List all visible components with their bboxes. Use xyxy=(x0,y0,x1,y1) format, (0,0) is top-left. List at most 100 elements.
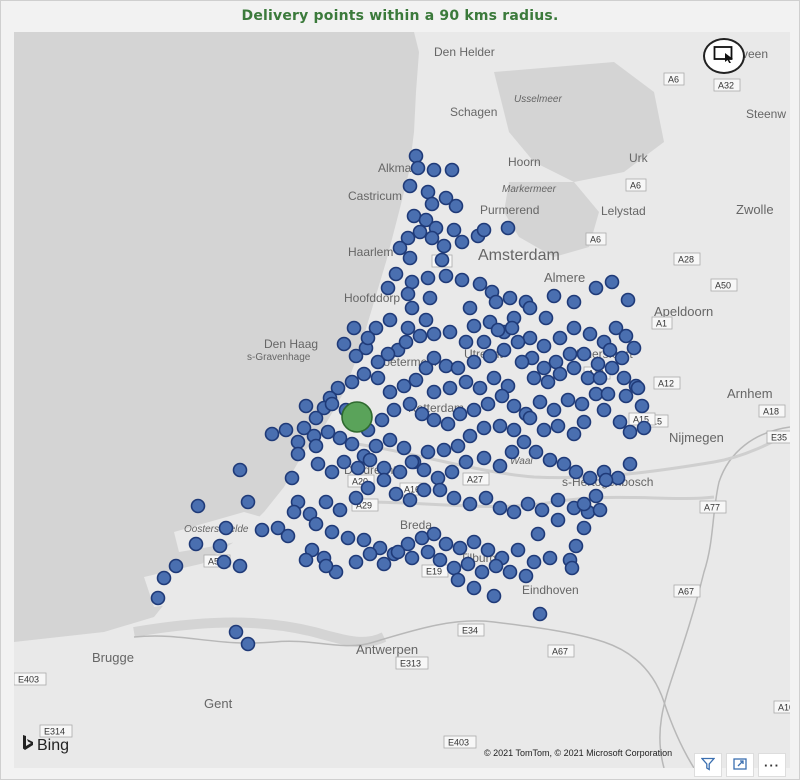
delivery-point[interactable] xyxy=(522,300,538,316)
map-canvas[interactable]: Den Helder Usselmeer Schagen Alkmaar Hoorn Ma… xyxy=(14,32,790,768)
delivery-point[interactable] xyxy=(438,536,454,552)
delivery-point[interactable] xyxy=(612,414,628,430)
delivery-point[interactable] xyxy=(376,460,392,476)
delivery-point[interactable] xyxy=(370,370,386,386)
delivery-point[interactable] xyxy=(588,386,604,402)
more-options-button[interactable]: ··· xyxy=(758,753,786,777)
delivery-point[interactable] xyxy=(476,420,492,436)
delivery-point[interactable] xyxy=(618,388,634,404)
delivery-point[interactable] xyxy=(156,570,172,586)
delivery-point[interactable] xyxy=(506,398,522,414)
delivery-point[interactable] xyxy=(486,588,502,604)
delivery-point[interactable] xyxy=(566,360,582,376)
delivery-point[interactable] xyxy=(420,544,436,560)
delivery-point[interactable] xyxy=(376,556,392,572)
delivery-point[interactable] xyxy=(592,502,608,518)
delivery-point[interactable] xyxy=(264,426,280,442)
delivery-point[interactable] xyxy=(404,300,420,316)
delivery-point[interactable] xyxy=(618,328,634,344)
delivery-point[interactable] xyxy=(392,464,408,480)
delivery-point[interactable] xyxy=(324,524,340,540)
delivery-point[interactable] xyxy=(360,480,376,496)
delivery-point[interactable] xyxy=(576,414,592,430)
delivery-point[interactable] xyxy=(444,464,460,480)
delivery-point[interactable] xyxy=(466,534,482,550)
delivery-point[interactable] xyxy=(278,422,294,438)
delivery-point[interactable] xyxy=(232,462,248,478)
delivery-point[interactable] xyxy=(426,412,442,428)
delivery-point[interactable] xyxy=(216,554,232,570)
delivery-point[interactable] xyxy=(536,338,552,354)
delivery-point[interactable] xyxy=(536,360,552,376)
delivery-point[interactable] xyxy=(450,572,466,588)
delivery-point[interactable] xyxy=(402,250,418,266)
delivery-point[interactable] xyxy=(332,430,348,446)
delivery-point[interactable] xyxy=(458,374,474,390)
delivery-point[interactable] xyxy=(440,416,456,432)
delivery-point[interactable] xyxy=(308,410,324,426)
delivery-point[interactable] xyxy=(450,360,466,376)
delivery-point[interactable] xyxy=(552,330,568,346)
delivery-point[interactable] xyxy=(520,496,536,512)
delivery-point[interactable] xyxy=(388,266,404,282)
delivery-point[interactable] xyxy=(254,522,270,538)
delivery-point[interactable] xyxy=(546,288,562,304)
delivery-point[interactable] xyxy=(568,464,584,480)
delivery-point[interactable] xyxy=(494,388,510,404)
delivery-point[interactable] xyxy=(514,354,530,370)
delivery-point[interactable] xyxy=(488,294,504,310)
delivery-point[interactable] xyxy=(452,406,468,422)
delivery-point[interactable] xyxy=(480,396,496,412)
delivery-point[interactable] xyxy=(490,322,506,338)
delivery-point[interactable] xyxy=(488,558,504,574)
delivery-point[interactable] xyxy=(502,290,518,306)
delivery-point[interactable] xyxy=(400,320,416,336)
delivery-point[interactable] xyxy=(386,402,402,418)
delivery-point[interactable] xyxy=(290,434,306,450)
delivery-point[interactable] xyxy=(598,472,614,488)
delivery-point[interactable] xyxy=(636,420,652,436)
delivery-point[interactable] xyxy=(592,370,608,386)
delivery-point[interactable] xyxy=(568,538,584,554)
delivery-point[interactable] xyxy=(332,502,348,518)
delivery-point[interactable] xyxy=(336,454,352,470)
delivery-point[interactable] xyxy=(348,554,364,570)
delivery-point[interactable] xyxy=(574,396,590,412)
delivery-point[interactable] xyxy=(400,286,416,302)
delivery-point[interactable] xyxy=(596,402,612,418)
delivery-point[interactable] xyxy=(390,544,406,560)
delivery-point[interactable] xyxy=(442,380,458,396)
delivery-point[interactable] xyxy=(576,346,592,362)
delivery-point[interactable] xyxy=(376,472,392,488)
delivery-point[interactable] xyxy=(324,464,340,480)
delivery-point[interactable] xyxy=(426,384,442,400)
delivery-point[interactable] xyxy=(228,624,244,640)
delivery-point[interactable] xyxy=(540,374,556,390)
delivery-point[interactable] xyxy=(622,456,638,472)
delivery-point[interactable] xyxy=(310,456,326,472)
focus-mode-toolbar-button[interactable] xyxy=(726,753,754,777)
delivery-point[interactable] xyxy=(212,538,228,554)
delivery-point[interactable] xyxy=(626,340,642,356)
delivery-point[interactable] xyxy=(448,198,464,214)
delivery-point[interactable] xyxy=(446,490,462,506)
delivery-point[interactable] xyxy=(492,418,508,434)
delivery-point[interactable] xyxy=(462,496,478,512)
delivery-point[interactable] xyxy=(510,334,526,350)
delivery-point[interactable] xyxy=(462,428,478,444)
delivery-point[interactable] xyxy=(614,350,630,366)
map-svg[interactable]: Den HelderUsselmeerSchagenAlkmaar HoornMa… xyxy=(14,32,790,768)
delivery-point[interactable] xyxy=(414,530,430,546)
delivery-point[interactable] xyxy=(284,470,300,486)
delivery-point[interactable] xyxy=(550,512,566,528)
delivery-point[interactable] xyxy=(430,470,446,486)
delivery-point[interactable] xyxy=(218,520,234,536)
delivery-point[interactable] xyxy=(454,234,470,250)
delivery-point[interactable] xyxy=(466,318,482,334)
delivery-point[interactable] xyxy=(604,274,620,290)
delivery-point[interactable] xyxy=(504,320,520,336)
delivery-point[interactable] xyxy=(482,348,498,364)
delivery-point[interactable] xyxy=(420,444,436,460)
delivery-point[interactable] xyxy=(404,454,420,470)
filter-button[interactable] xyxy=(694,753,722,777)
